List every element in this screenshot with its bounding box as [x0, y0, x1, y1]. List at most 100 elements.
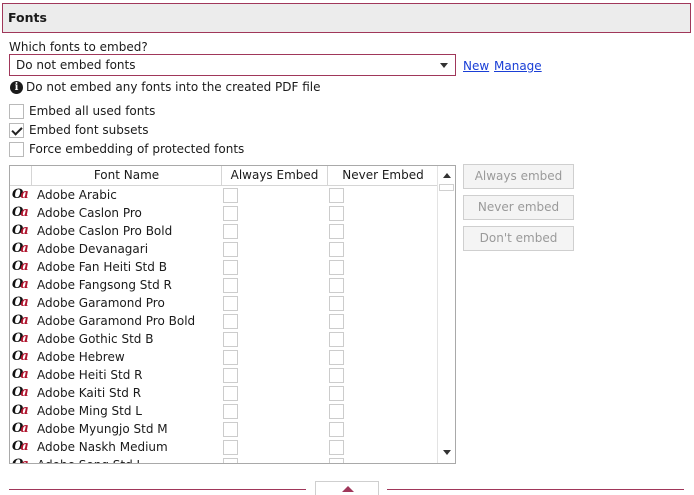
info-message: i Do not embed any fonts into the create…	[10, 79, 321, 95]
font-name-cell: Adobe Naskh Medium	[37, 440, 168, 454]
manage-link[interactable]: Manage	[494, 59, 542, 73]
never-embed-button[interactable]: Never embed	[463, 195, 574, 220]
never-embed-checkbox[interactable]	[329, 188, 344, 203]
always-embed-checkbox[interactable]	[223, 422, 238, 437]
column-header-always-embed[interactable]: Always Embed	[222, 166, 328, 186]
never-embed-checkbox[interactable]	[329, 350, 344, 365]
always-embed-checkbox[interactable]	[223, 206, 238, 221]
scroll-down-icon[interactable]	[440, 444, 454, 460]
table-row[interactable]: Oa Adobe Caslon Pro Bold	[10, 222, 438, 240]
font-name-cell: Adobe Song Std L	[37, 457, 143, 463]
table-row[interactable]: Oa Adobe Naskh Medium	[10, 438, 438, 456]
table-row[interactable]: Oa Adobe Caslon Pro	[10, 204, 438, 222]
embed-all-fonts-option[interactable]: Embed all used fonts	[9, 103, 155, 119]
table-row[interactable]: Oa Adobe Garamond Pro	[10, 294, 438, 312]
table-row[interactable]: Oa Adobe Kaiti Std R	[10, 384, 438, 402]
font-name-cell: Adobe Arabic	[37, 188, 117, 202]
column-header-font-name[interactable]: Font Name	[32, 166, 222, 186]
never-embed-checkbox[interactable]	[329, 458, 344, 463]
font-name-cell: Adobe Garamond Pro	[37, 296, 165, 310]
chevron-down-icon	[440, 63, 448, 68]
never-embed-checkbox[interactable]	[329, 278, 344, 293]
collapse-section-button[interactable]	[315, 481, 379, 495]
always-embed-checkbox[interactable]	[223, 188, 238, 203]
section-divider-right	[387, 489, 684, 490]
always-embed-checkbox[interactable]	[223, 404, 238, 419]
opentype-font-icon: Oa	[12, 313, 29, 328]
dont-embed-button[interactable]: Don't embed	[463, 226, 574, 251]
never-embed-checkbox[interactable]	[329, 296, 344, 311]
table-row[interactable]: Oa Adobe Arabic	[10, 186, 438, 204]
opentype-font-icon: Oa	[12, 259, 29, 274]
never-embed-checkbox[interactable]	[329, 422, 344, 437]
opentype-font-icon: Oa	[12, 277, 29, 292]
font-name-cell: Adobe Myungjo Std M	[37, 422, 168, 436]
always-embed-checkbox[interactable]	[223, 386, 238, 401]
table-row[interactable]: Oa Adobe Gothic Std B	[10, 330, 438, 348]
never-embed-checkbox[interactable]	[329, 242, 344, 257]
never-embed-checkbox[interactable]	[329, 368, 344, 383]
embed-all-fonts-label: Embed all used fonts	[29, 104, 156, 118]
always-embed-button[interactable]: Always embed	[463, 164, 574, 189]
never-embed-checkbox[interactable]	[329, 332, 344, 347]
force-protected-fonts-label: Force embedding of protected fonts	[29, 142, 245, 156]
opentype-font-icon: Oa	[12, 457, 32, 463]
always-embed-checkbox[interactable]	[223, 440, 238, 455]
never-embed-checkbox[interactable]	[329, 440, 344, 455]
table-row[interactable]: Oa Adobe Garamond Pro Bold	[10, 312, 438, 330]
never-embed-checkbox[interactable]	[329, 224, 344, 239]
fonts-section-header: Fonts	[2, 3, 691, 33]
never-embed-checkbox[interactable]	[329, 206, 344, 221]
never-embed-checkbox[interactable]	[329, 260, 344, 275]
font-name-cell: Adobe Ming Std L	[37, 404, 142, 418]
embed-all-fonts-checkbox[interactable]	[9, 103, 24, 119]
table-row[interactable]: Oa Adobe Myungjo Std M	[10, 420, 438, 438]
scroll-up-icon[interactable]	[440, 168, 454, 184]
opentype-font-icon: Oa	[12, 187, 29, 202]
column-header-never-embed[interactable]: Never Embed	[328, 166, 438, 186]
never-embed-checkbox[interactable]	[329, 314, 344, 329]
embed-font-subsets-option[interactable]: Embed font subsets	[9, 122, 148, 138]
table-row[interactable]: Oa Adobe Fan Heiti Std B	[10, 258, 438, 276]
embed-fonts-dropdown[interactable]: Do not embed fonts	[9, 54, 456, 76]
table-row[interactable]: Oa Adobe Hebrew	[10, 348, 438, 366]
font-name-cell: Adobe Caslon Pro	[37, 206, 142, 220]
never-embed-checkbox[interactable]	[329, 386, 344, 401]
always-embed-checkbox[interactable]	[223, 458, 238, 463]
section-divider-left	[9, 489, 306, 490]
table-row[interactable]: Oa Adobe Ming Std L	[10, 402, 438, 420]
grid-vertical-scrollbar[interactable]	[437, 166, 455, 463]
opentype-font-icon: Oa	[12, 439, 29, 454]
table-row[interactable]: Oa Adobe Fangsong Std R	[10, 276, 438, 294]
always-embed-checkbox[interactable]	[223, 224, 238, 239]
opentype-font-icon: Oa	[12, 205, 29, 220]
force-protected-fonts-option[interactable]: Force embedding of protected fonts	[9, 141, 244, 157]
table-row[interactable]: Oa Adobe Song Std L	[10, 456, 438, 463]
opentype-font-icon: Oa	[12, 421, 29, 436]
new-link[interactable]: New	[463, 59, 489, 73]
font-name-cell: Adobe Gothic Std B	[37, 332, 154, 346]
always-embed-checkbox[interactable]	[223, 278, 238, 293]
always-embed-checkbox[interactable]	[223, 260, 238, 275]
fonts-grid: Font Name Always Embed Never Embed Oa Ado…	[9, 165, 456, 464]
table-row[interactable]: Oa Adobe Heiti Std R	[10, 366, 438, 384]
opentype-font-icon: Oa	[12, 223, 29, 238]
grid-rows: Oa Adobe Arabic Oa Adobe Caslon Pro Oa Adobe …	[10, 186, 438, 463]
font-name-cell: Adobe Hebrew	[37, 350, 125, 364]
always-embed-checkbox[interactable]	[223, 332, 238, 347]
info-icon: i	[10, 80, 23, 94]
always-embed-checkbox[interactable]	[223, 368, 238, 383]
font-name-cell: Adobe Garamond Pro Bold	[37, 314, 196, 328]
never-embed-checkbox[interactable]	[329, 404, 344, 419]
always-embed-checkbox[interactable]	[223, 242, 238, 257]
force-protected-fonts-checkbox[interactable]	[9, 141, 24, 157]
opentype-font-icon: Oa	[12, 385, 29, 400]
table-row[interactable]: Oa Adobe Devanagari	[10, 240, 438, 258]
font-name-cell: Adobe Heiti Std R	[37, 368, 143, 382]
always-embed-checkbox[interactable]	[223, 296, 238, 311]
always-embed-checkbox[interactable]	[223, 350, 238, 365]
scrollbar-thumb[interactable]	[439, 184, 454, 191]
embed-font-subsets-checkbox[interactable]	[9, 122, 24, 138]
opentype-font-icon: Oa	[12, 349, 29, 364]
always-embed-checkbox[interactable]	[223, 314, 238, 329]
